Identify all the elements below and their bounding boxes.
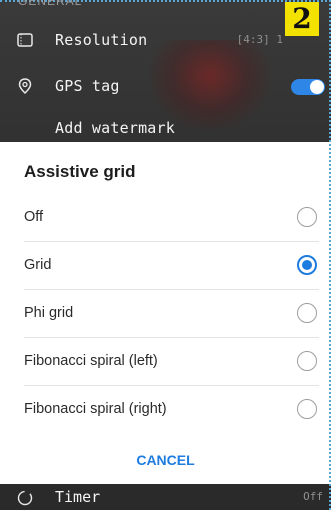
setting-row-timer[interactable]: Timer Off [0,484,331,510]
watermark-icon [16,119,34,137]
option-label: Grid [24,257,52,273]
option-off[interactable]: Off [0,194,331,242]
option-grid[interactable]: Grid [0,242,331,290]
section-label: GENERAL [18,0,83,8]
radio-button[interactable] [297,303,317,323]
timer-icon [16,488,34,506]
radio-button[interactable] [297,207,317,227]
location-pin-icon [16,77,34,95]
option-label: Fibonacci spiral (right) [24,401,167,417]
watermark-label: Add watermark [55,119,175,137]
radio-button-selected[interactable] [297,255,317,275]
timer-label: Timer [55,488,101,506]
step-number-badge: 2 [285,2,319,36]
cancel-button[interactable]: CANCEL [0,442,331,478]
dialog-title: Assistive grid [24,162,136,181]
radio-button[interactable] [297,351,317,371]
setting-row-resolution[interactable]: Resolution [4:3] 1 [0,20,331,60]
resolution-value: [4:3] 1 [236,33,283,46]
option-label: Phi grid [24,305,74,321]
toggle-knob [310,80,324,94]
option-phi-grid[interactable]: Phi grid [0,290,331,338]
gps-tag-label: GPS tag [55,77,120,95]
option-label: Fibonacci spiral (left) [24,353,158,369]
assistive-grid-dialog: Assistive grid Off Grid Phi grid Fibonac… [0,142,331,484]
setting-row-gps-tag[interactable]: GPS tag [0,66,331,106]
resolution-icon [16,31,34,49]
option-fibonacci-right[interactable]: Fibonacci spiral (right) [0,386,331,434]
option-label: Off [24,209,44,225]
radio-button[interactable] [297,399,317,419]
gps-tag-toggle[interactable] [291,79,325,95]
resolution-label: Resolution [55,31,148,49]
timer-value: Off [303,490,323,503]
option-fibonacci-left[interactable]: Fibonacci spiral (left) [0,338,331,386]
